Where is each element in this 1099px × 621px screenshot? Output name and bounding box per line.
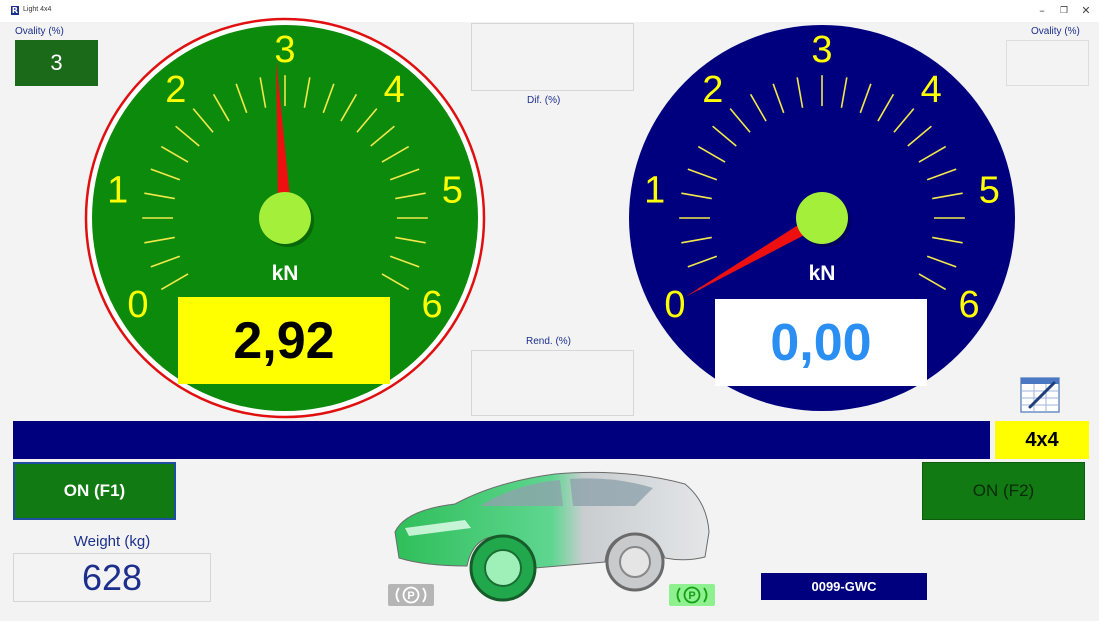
- right-gauge-unit-label: kN: [809, 262, 836, 285]
- left-gauge-scale-label: 4: [384, 69, 405, 111]
- car-illustration-icon: [394, 471, 710, 602]
- report-table-icon[interactable]: [1020, 377, 1060, 413]
- on-f2-button[interactable]: ON (F2): [922, 462, 1085, 520]
- left-parking-brake-icon: P: [388, 584, 434, 606]
- drive-mode-badge: 4x4: [995, 421, 1089, 459]
- right-gauge-scale-label: 6: [959, 284, 980, 326]
- right-force-readout: 0,00: [715, 299, 927, 386]
- right-gauge-scale-label: 1: [644, 170, 665, 212]
- left-gauge-scale-label: 2: [165, 69, 186, 111]
- left-gauge-scale-label: 0: [127, 284, 148, 326]
- right-gauge-scale-label: 3: [811, 29, 832, 71]
- right-gauge-scale-label: 4: [921, 69, 942, 111]
- left-gauge-hub: [259, 192, 311, 244]
- right-gauge-scale-label: 0: [664, 284, 685, 326]
- license-plate: 0099-GWC: [761, 573, 927, 600]
- svg-text:P: P: [407, 590, 414, 602]
- on-f1-button[interactable]: ON (F1): [13, 462, 176, 520]
- weight-value: 628: [13, 553, 211, 602]
- force-progress-bar: [13, 421, 990, 459]
- right-gauge-hub: [796, 192, 848, 244]
- right-gauge-scale-label: 5: [979, 170, 1000, 212]
- weight-label: Weight (kg): [73, 533, 151, 550]
- left-gauge-scale-label: 6: [422, 284, 443, 326]
- right-parking-brake-icon: P: [669, 584, 715, 606]
- left-gauge-scale-label: 3: [274, 29, 295, 71]
- right-gauge-scale-label: 2: [702, 69, 723, 111]
- left-gauge-scale-label: 1: [107, 170, 128, 212]
- left-force-readout: 2,92: [178, 297, 390, 384]
- left-gauge-scale-label: 5: [442, 170, 463, 212]
- svg-text:P: P: [688, 590, 695, 602]
- left-gauge-unit-label: kN: [272, 262, 299, 285]
